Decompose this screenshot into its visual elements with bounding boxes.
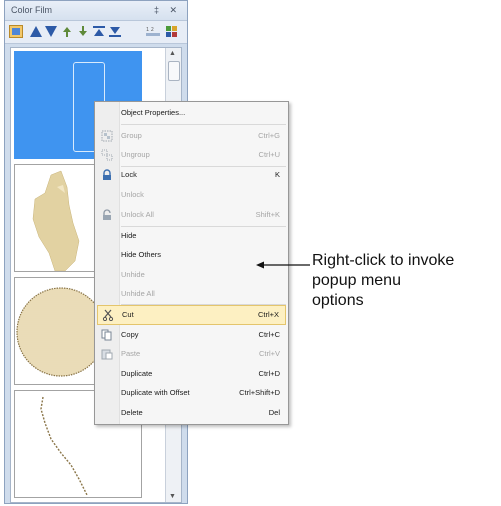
callout-text: Right-click to invoke popup menu options <box>312 251 500 311</box>
callout-line-2: popup menu <box>312 272 401 289</box>
callout-line-3: options <box>312 292 364 309</box>
callout-line-1: Right-click to invoke <box>312 252 455 269</box>
